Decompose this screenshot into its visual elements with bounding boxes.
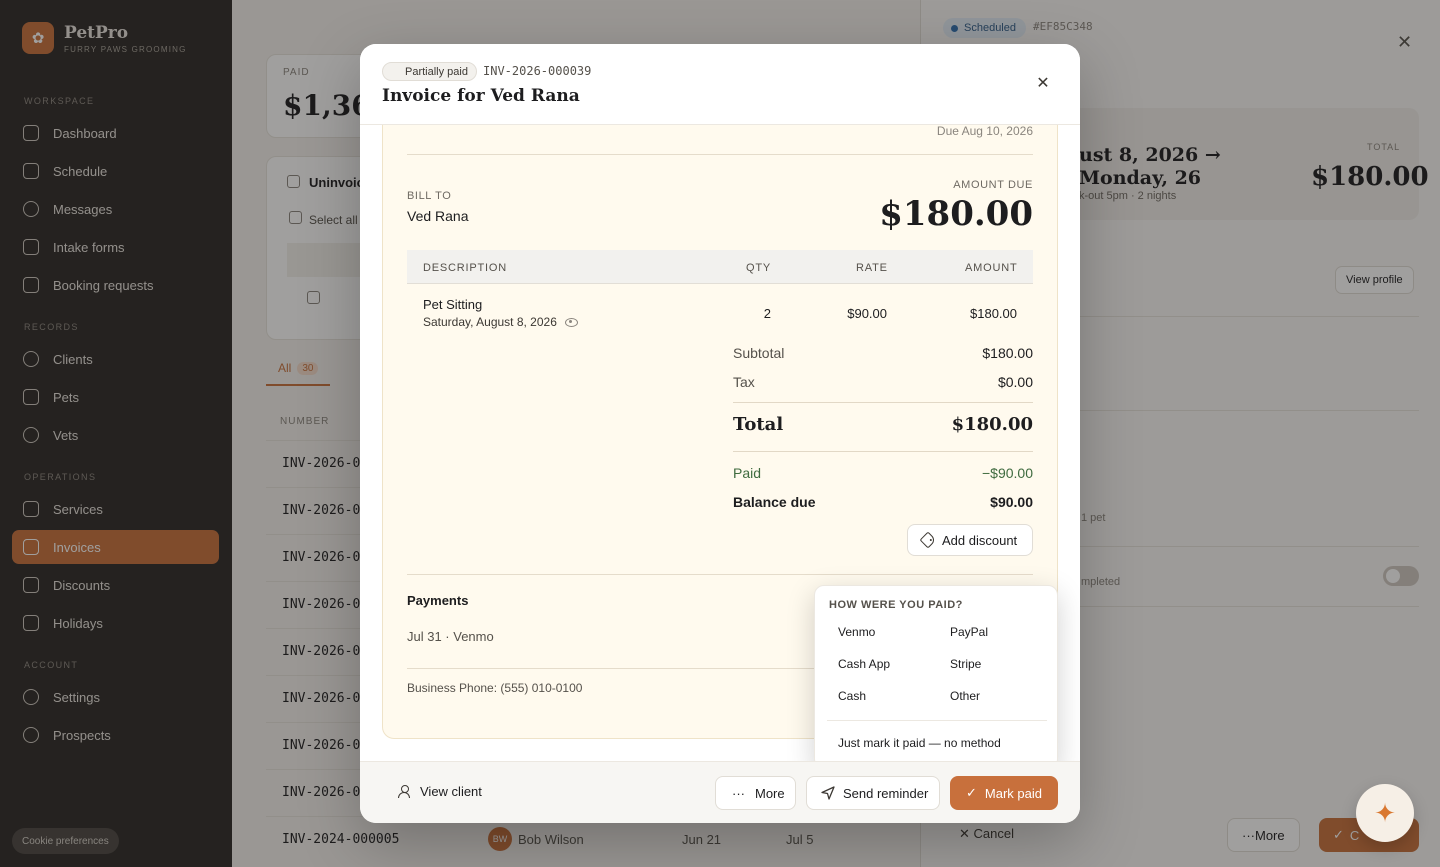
item-rate: $90.00 <box>847 306 887 321</box>
mark-paid-no-method-option[interactable]: Just mark it paid — no method <box>829 729 1045 757</box>
send-reminder-button[interactable]: Send reminder <box>806 776 940 810</box>
due-date: Due Aug 10, 2026 <box>936 124 1033 138</box>
user-icon <box>398 785 410 798</box>
divider <box>407 574 1033 575</box>
close-icon[interactable]: ✕ <box>1032 72 1054 94</box>
tag-icon <box>919 531 937 549</box>
col-amount: AMOUNT <box>965 262 1018 274</box>
divider <box>407 154 1033 155</box>
item-date: Saturday, August 8, 2026 <box>423 315 578 329</box>
payment-option-cash[interactable]: Cash <box>829 682 929 710</box>
more-button[interactable]: ··· More <box>715 776 796 810</box>
payment-option-cash-app[interactable]: Cash App <box>829 650 929 678</box>
business-phone: Business Phone: (555) 010-0100 <box>407 681 583 695</box>
sparkle-icon: ✦ <box>1374 797 1396 828</box>
divider <box>827 720 1047 721</box>
payment-entry: Jul 31 · Venmo <box>407 629 494 644</box>
balance-due-value: $90.00 <box>990 494 1033 510</box>
col-description: DESCRIPTION <box>423 262 507 274</box>
popover-title: HOW WERE YOU PAID? <box>829 599 963 611</box>
bill-to-label: BILL TO <box>407 190 452 202</box>
modal-title: Invoice for Ved Rana <box>382 86 580 106</box>
modal-footer: View client ··· More Send reminder ✓ Mark … <box>360 761 1080 823</box>
payment-option-stripe[interactable]: Stripe <box>941 650 1041 678</box>
tax-label: Tax <box>733 374 755 390</box>
line-item-row: Pet Sitting Saturday, August 8, 2026 2 $… <box>407 284 1033 342</box>
divider <box>733 402 1033 403</box>
item-qty: 2 <box>763 306 771 321</box>
check-icon: ✓ <box>966 785 977 800</box>
subtotal-label: Subtotal <box>733 345 785 361</box>
amount-due: $180.00 <box>879 194 1033 234</box>
send-icon <box>821 786 835 800</box>
total-value: $180.00 <box>951 414 1033 435</box>
more-dots-icon: ··· <box>732 785 745 801</box>
assistant-sparkle-button[interactable]: ✦ <box>1356 784 1414 842</box>
tax-value: $0.00 <box>997 374 1033 390</box>
item-amount: $180.00 <box>970 306 1017 321</box>
mark-paid-button[interactable]: ✓ Mark paid <box>950 776 1058 810</box>
col-qty: QTY <box>746 262 772 274</box>
paid-label: Paid <box>733 465 762 481</box>
item-name: Pet Sitting <box>423 297 483 312</box>
invoice-number: INV-2026-000039 <box>483 64 592 78</box>
bill-to-name: Ved Rana <box>407 208 469 224</box>
view-client-button[interactable]: View client <box>398 784 482 799</box>
total-label: Total <box>733 414 784 435</box>
payment-method-popover: HOW WERE YOU PAID? Venmo PayPal Cash App… <box>814 585 1058 769</box>
amount-due-label: AMOUNT DUE <box>953 179 1033 191</box>
line-items-header: DESCRIPTION QTY RATE AMOUNT <box>407 250 1033 284</box>
invoice-modal: Due Aug 10, 2026 BILL TO Ved Rana AMOUNT… <box>360 44 1080 823</box>
status-badge: Partially paid <box>382 62 477 81</box>
modal-body: Due Aug 10, 2026 BILL TO Ved Rana AMOUNT… <box>360 105 1080 769</box>
divider <box>733 451 1033 452</box>
payment-option-paypal[interactable]: PayPal <box>941 618 1041 646</box>
payment-option-other[interactable]: Other <box>941 682 1041 710</box>
payments-title: Payments <box>407 593 469 608</box>
eye-icon[interactable] <box>564 317 578 327</box>
balance-due-label: Balance due <box>733 494 816 510</box>
paid-value: −$90.00 <box>982 465 1033 481</box>
col-rate: RATE <box>856 262 888 274</box>
modal-header: Partially paid INV-2026-000039 Invoice f… <box>360 44 1080 125</box>
add-discount-button[interactable]: Add discount <box>907 524 1033 556</box>
payment-option-venmo[interactable]: Venmo <box>829 618 929 646</box>
subtotal-value: $180.00 <box>982 345 1033 361</box>
